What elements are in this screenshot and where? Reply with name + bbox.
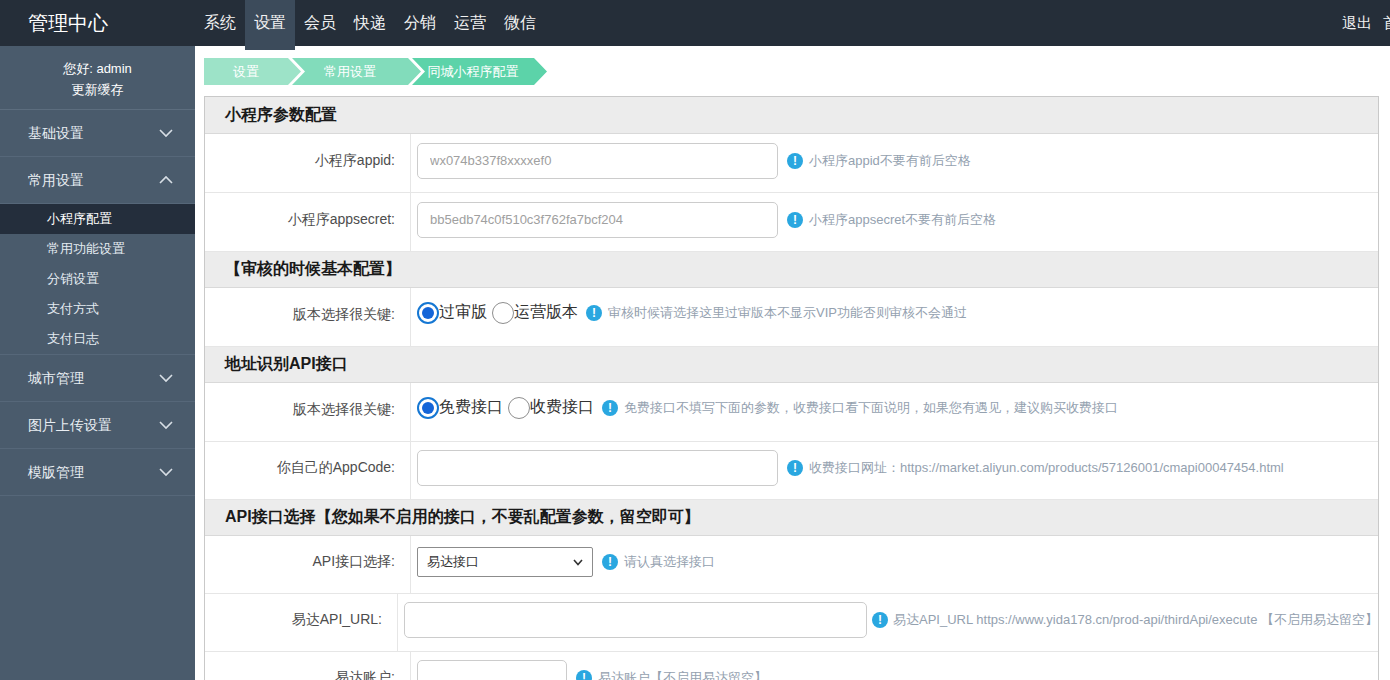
top-navbar: 管理中心 系统 设置 会员 快递 分销 运营 微信 退出 首页 [0,0,1390,46]
nav-item-system[interactable]: 系统 [195,0,245,46]
info-icon: ! [602,554,618,570]
form-row-appsecret: 小程序appsecret: ! 小程序appsecret不要有前后空格 [205,193,1378,252]
nav-item-wechat[interactable]: 微信 [495,0,545,46]
chevron-down-icon [159,468,173,477]
form-row-api-mode: 版本选择很关键: 免费接口 收费接口 ! 免费接口不填写下面的参数，收费接口看下… [205,383,1378,442]
form-row-version: 版本选择很关键: 过审版 运营版本 ! 审核时候请选择这里过审版本不显示VIP功… [205,288,1378,347]
sidebar-item-distribution-settings[interactable]: 分销设置 [0,264,195,294]
form-row-yida-account: 易达账户: ! 易达账户【不启用易达留空】 [205,652,1378,680]
nav-item-express[interactable]: 快递 [345,0,395,46]
nav-item-members[interactable]: 会员 [295,0,345,46]
sidebar-item-template-management[interactable]: 模版管理 [0,449,195,496]
info-icon: ! [787,460,803,476]
info-icon: ! [872,612,888,628]
chevron-down-icon [159,421,173,430]
appcode-input[interactable] [417,450,778,486]
sidebar-item-payment-method[interactable]: 支付方式 [0,294,195,324]
greeting-text: 您好: admin [0,58,195,79]
top-menu: 系统 设置 会员 快递 分销 运营 微信 [195,0,545,46]
sidebar-item-common-settings[interactable]: 常用设置 [0,157,195,204]
section-header-review-config: 【审核的时候基本配置】 [205,252,1378,288]
home-link[interactable]: 首页 [1383,0,1390,46]
form-row-appcode: 你自己的AppCode: ! 收费接口网址：https://market.ali… [205,442,1378,500]
radio-review-version[interactable] [417,302,439,324]
form-row-api-select: API接口选择: 易达接口 ! 请认真选择接口 [205,536,1378,594]
api-select-dropdown[interactable]: 易达接口 [417,547,593,577]
chevron-down-icon [159,129,173,138]
section-header-miniprogram-params: 小程序参数配置 [205,97,1378,134]
appsecret-hint: ! 小程序appsecret不要有前后空格 [787,211,996,229]
settings-panel: 小程序参数配置 小程序appid: ! 小程序appid不要有前后空格 小程序a… [204,96,1379,680]
api-mode-label: 版本选择很关键: [205,383,411,441]
version-hint: ! 审核时候请选择这里过审版本不显示VIP功能否则审核不会通过 [586,304,967,322]
sidebar-item-payment-log[interactable]: 支付日志 [0,324,195,354]
section-header-api-select: API接口选择【您如果不启用的接口，不要乱配置参数，留空即可】 [205,500,1378,536]
chevron-down-icon [573,559,583,566]
breadcrumb: 设置 常用设置 同城小程序配置 [204,58,1390,85]
appid-label: 小程序appid: [205,134,411,192]
form-row-appid: 小程序appid: ! 小程序appid不要有前后空格 [205,134,1378,193]
main-content: 设置 常用设置 同城小程序配置 小程序参数配置 小程序appid: ! 小程序a… [195,46,1390,680]
radio-operation-version[interactable] [492,302,514,324]
yida-url-hint: ! 易达API_URL https://www.yida178.cn/prod-… [872,611,1378,629]
appsecret-input[interactable] [417,202,778,238]
appcode-label: 你自己的AppCode: [205,442,411,499]
api-mode-hint: ! 免费接口不填写下面的参数，收费接口看下面说明，如果您有遇见，建议购买收费接口 [602,399,1118,417]
form-row-yida-url: 易达API_URL: ! 易达API_URL https://www.yida1… [205,594,1378,652]
sidebar-item-basic-settings[interactable]: 基础设置 [0,110,195,157]
radio-free-api[interactable] [417,397,439,419]
info-icon: ! [586,305,602,321]
info-icon: ! [576,670,592,680]
sidebar-item-image-upload[interactable]: 图片上传设置 [0,402,195,449]
chevron-down-icon [159,374,173,383]
info-icon: ! [787,212,803,228]
sidebar-item-city-management[interactable]: 城市管理 [0,355,195,402]
sidebar-item-miniprogram-config[interactable]: 小程序配置 [0,204,195,234]
api-select-hint: ! 请认真选择接口 [602,553,715,571]
api-select-label: API接口选择: [205,536,411,593]
info-icon: ! [602,400,618,416]
nav-item-distribution[interactable]: 分销 [395,0,445,46]
navbar-right: 退出 首页 [1342,0,1390,46]
radio-paid-api[interactable] [508,397,530,419]
app-title: 管理中心 [0,0,195,46]
refresh-cache-link[interactable]: 更新缓存 [0,79,195,100]
breadcrumb-settings[interactable]: 设置 [204,58,301,85]
info-icon: ! [787,153,803,169]
breadcrumb-common-settings[interactable]: 常用设置 [292,58,421,85]
appid-hint: ! 小程序appid不要有前后空格 [787,152,971,170]
yida-account-input[interactable] [417,660,567,680]
appid-input[interactable] [417,143,778,179]
yida-url-label: 易达API_URL: [205,594,398,651]
sidebar-submenu: 小程序配置 常用功能设置 分销设置 支付方式 支付日志 [0,204,195,355]
version-label: 版本选择很关键: [205,288,411,346]
yida-url-input[interactable] [404,602,867,638]
appcode-hint: ! 收费接口网址：https://market.aliyun.com/produ… [787,459,1284,477]
appsecret-label: 小程序appsecret: [205,193,411,251]
user-block: 您好: admin 更新缓存 [0,46,195,110]
sidebar: 您好: admin 更新缓存 基础设置 常用设置 小程序配置 常用功能设置 分销… [0,46,195,680]
sidebar-item-common-function[interactable]: 常用功能设置 [0,234,195,264]
breadcrumb-current-page[interactable]: 同城小程序配置 [412,58,547,85]
section-header-address-api: 地址识别API接口 [205,347,1378,383]
yida-account-label: 易达账户: [205,652,411,680]
nav-item-settings[interactable]: 设置 [245,0,295,50]
yida-account-hint: ! 易达账户【不启用易达留空】 [576,669,767,680]
chevron-up-icon [159,176,173,185]
logout-link[interactable]: 退出 [1342,0,1372,46]
nav-item-operation[interactable]: 运营 [445,0,495,46]
